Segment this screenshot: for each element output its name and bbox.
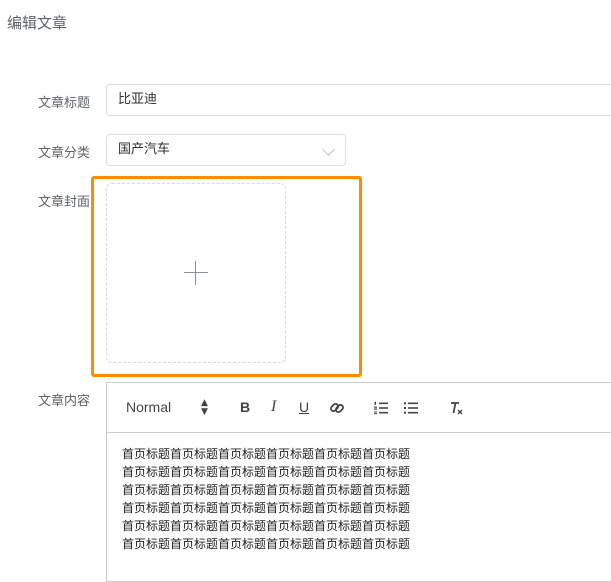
article-cover-label: 文章封面 [38,195,91,210]
chevron-down-icon [322,143,335,156]
article-category-select[interactable]: 国产汽车 [106,134,346,166]
article-content-label: 文章内容 [38,394,91,409]
content-line: 首页标题首页标题首页标题首页标题首页标题首页标题 [122,519,411,533]
editor-content[interactable]: 首页标题首页标题首页标题首页标题首页标题首页标题 首页标题首页标题首页标题首页标… [122,445,462,553]
underline-button[interactable]: U [299,399,309,415]
content-line: 首页标题首页标题首页标题首页标题首页标题首页标题 [122,483,411,497]
content-line: 首页标题首页标题首页标题首页标题首页标题首页标题 [122,465,411,479]
article-title-label: 文章标题 [38,96,91,111]
rich-text-editor[interactable]: Normal ▲ ▼ B I U 首页标题首页标题首页标题首页标题首页标题首页标题… [106,382,611,582]
content-line: 首页标题首页标题首页标题首页标题首页标题首页标题 [122,501,411,515]
up-down-arrows-icon[interactable]: ▲ ▼ [201,399,208,417]
italic-button[interactable]: I [271,398,276,416]
content-line: 首页标题首页标题首页标题首页标题首页标题首页标题 [122,447,411,461]
ordered-list-icon[interactable] [373,400,389,420]
cover-upload-area[interactable] [106,183,286,363]
article-category-value: 国产汽车 [118,142,171,157]
page-title: 编辑文章 [7,14,68,32]
bullet-list-icon[interactable] [403,400,419,420]
content-line: 首页标题首页标题首页标题首页标题首页标题首页标题 [122,537,411,551]
editor-toolbar: Normal ▲ ▼ B I U [107,383,611,433]
link-icon[interactable] [329,400,345,420]
plus-icon [184,261,208,285]
format-select[interactable]: Normal [126,399,171,415]
article-title-input[interactable]: 比亚迪 [106,84,611,116]
bold-button[interactable]: B [240,399,250,415]
article-category-label: 文章分类 [38,146,91,161]
clear-format-icon[interactable] [448,400,464,420]
